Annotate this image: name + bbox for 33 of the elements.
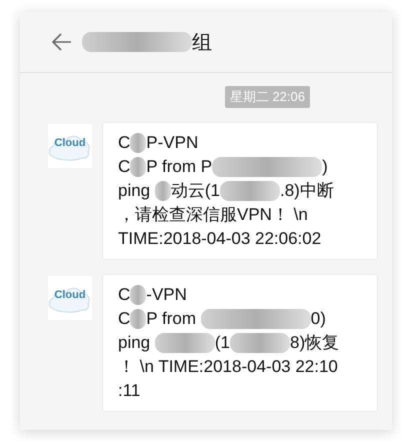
text: C bbox=[118, 156, 130, 178]
text: -VPN bbox=[146, 284, 187, 306]
text: 动云(1 bbox=[170, 180, 220, 202]
chat-title: 组 bbox=[192, 30, 212, 56]
redaction-mark bbox=[154, 181, 171, 201]
timestamp: 星期二 22:06 bbox=[224, 86, 310, 108]
text: 8)恢复 bbox=[290, 332, 340, 354]
text: :11 bbox=[118, 380, 140, 402]
text: P from bbox=[146, 308, 198, 330]
text: C bbox=[118, 132, 130, 154]
redaction-mark bbox=[130, 285, 146, 305]
text: ping bbox=[118, 332, 152, 354]
redaction-mark bbox=[220, 181, 280, 201]
redaction-mark bbox=[130, 133, 146, 153]
text: ping bbox=[118, 180, 152, 202]
text: P-VPN bbox=[146, 132, 198, 154]
text: .8)中断 bbox=[280, 180, 334, 202]
redaction-mark bbox=[154, 333, 215, 353]
text: P from P bbox=[146, 156, 212, 178]
redaction-mark bbox=[130, 309, 146, 329]
avatar[interactable]: Cloud bbox=[48, 124, 92, 168]
text: ，请检查深信服VPN！ \n bbox=[118, 204, 308, 226]
text: 0) bbox=[310, 308, 326, 330]
text: C bbox=[118, 284, 130, 306]
text: ！ \n TIME:2018-04-03 22:10 bbox=[118, 356, 338, 378]
text: ) bbox=[322, 156, 328, 178]
text: TIME:2018-04-03 22:06:02 bbox=[118, 228, 322, 250]
avatar[interactable]: Cloud bbox=[48, 276, 92, 320]
redaction-mark bbox=[230, 333, 290, 353]
redaction-mark bbox=[130, 157, 146, 177]
text: (1 bbox=[214, 332, 230, 354]
back-icon[interactable] bbox=[52, 33, 72, 51]
text: C bbox=[118, 308, 130, 330]
